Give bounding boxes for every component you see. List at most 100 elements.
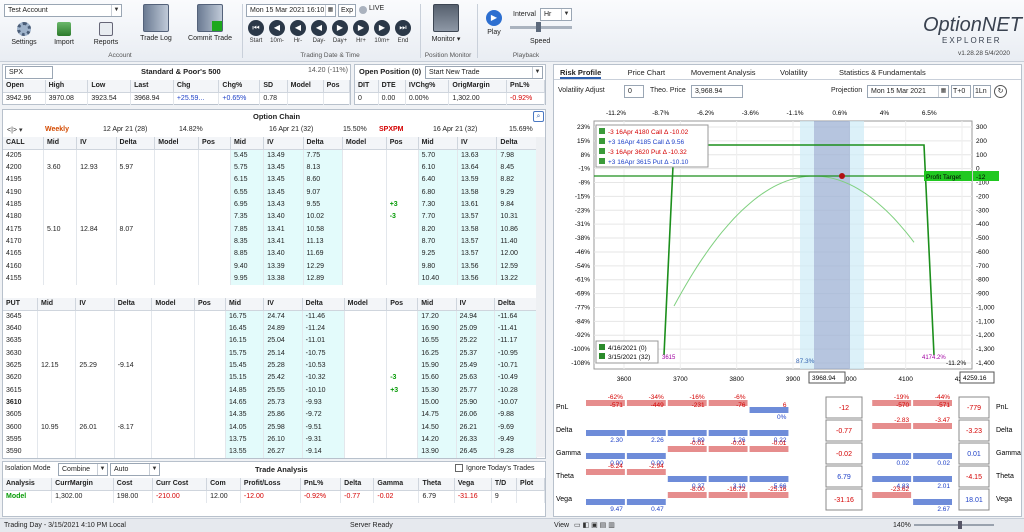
search-icon[interactable]: ⌕ bbox=[533, 111, 544, 122]
nav-day-button[interactable]: ◀ bbox=[311, 20, 327, 36]
ignore-today-checkbox[interactable] bbox=[455, 464, 463, 472]
commit-trade-button[interactable]: Commit Trade bbox=[184, 4, 236, 42]
table-cell[interactable]: 17.20 bbox=[417, 310, 457, 323]
table-cell[interactable] bbox=[43, 272, 78, 285]
table-row[interactable]: 4160 9.40 13.39 12.29 9.80 13.56 12.59 bbox=[3, 260, 537, 273]
table-cell[interactable] bbox=[37, 445, 77, 459]
table-cell[interactable] bbox=[154, 149, 200, 162]
table-cell[interactable]: 9.29 bbox=[496, 186, 537, 199]
table-cell[interactable]: 10.02 bbox=[303, 211, 343, 224]
table-cell[interactable] bbox=[116, 198, 156, 212]
table-cell[interactable] bbox=[344, 372, 388, 385]
table-cell[interactable] bbox=[386, 445, 419, 459]
table-row[interactable]: 3625 12.15 25.29 -9.14 15.45 25.28 -10.53 15.90… bbox=[3, 359, 538, 373]
table-cell[interactable]: 25.14 bbox=[263, 347, 303, 360]
table-cell[interactable]: 9.07 bbox=[303, 186, 343, 199]
table-cell[interactable] bbox=[43, 248, 78, 261]
table-cell[interactable]: 11.13 bbox=[303, 235, 343, 249]
table-cell[interactable]: 13.56 bbox=[457, 272, 498, 285]
table-cell[interactable]: 10.31 bbox=[496, 211, 537, 224]
table-cell[interactable]: 10.95 bbox=[37, 421, 77, 434]
table-cell[interactable]: 26.01 bbox=[75, 421, 115, 434]
table-cell[interactable] bbox=[154, 223, 200, 236]
table-cell[interactable] bbox=[151, 421, 195, 434]
table-cell[interactable] bbox=[114, 323, 153, 336]
table-cell[interactable]: 15.00 bbox=[417, 396, 457, 410]
table-cell[interactable]: 26.45 bbox=[456, 445, 495, 459]
table-cell[interactable] bbox=[75, 433, 115, 446]
table-cell[interactable]: 10.40 bbox=[418, 272, 459, 285]
table-cell[interactable] bbox=[76, 186, 117, 199]
table-cell[interactable] bbox=[75, 347, 115, 360]
interval-select[interactable]: Hr ▼ bbox=[540, 8, 572, 21]
table-cell[interactable] bbox=[198, 211, 231, 224]
table-cell[interactable]: 14.50 bbox=[417, 421, 457, 434]
table-cell[interactable]: 26.33 bbox=[456, 433, 495, 446]
table-cell[interactable] bbox=[342, 223, 387, 236]
refresh-icon[interactable]: ↻ bbox=[994, 85, 1007, 98]
table-cell[interactable] bbox=[194, 421, 226, 434]
table-cell[interactable] bbox=[344, 384, 388, 397]
table-row[interactable]: 3640 16.45 24.89 -11.24 16.90 25.09 -11.41 bbox=[3, 323, 538, 336]
nav-day-button[interactable]: ▶ bbox=[332, 20, 348, 36]
table-cell[interactable] bbox=[386, 310, 419, 323]
projection-date[interactable]: Mon 15 Mar 2021 ▦ bbox=[867, 85, 949, 98]
table-cell[interactable] bbox=[344, 310, 388, 323]
play-button[interactable]: ▶ Play bbox=[481, 10, 507, 36]
ln-button[interactable]: 1Ln bbox=[973, 85, 991, 98]
table-cell[interactable]: 13.56 bbox=[457, 260, 498, 273]
table-cell[interactable]: 15.75 bbox=[225, 347, 265, 360]
table-row[interactable]: 3645 16.75 24.74 -11.46 17.20 24.94 -11.64 bbox=[3, 310, 538, 323]
table-row[interactable]: 4155 9.95 13.38 12.89 10.40 13.56 13.22 bbox=[3, 272, 537, 285]
table-cell[interactable]: 13.61 bbox=[457, 198, 498, 212]
nav-10m-button[interactable]: ◀ bbox=[269, 20, 285, 36]
table-cell[interactable] bbox=[76, 248, 117, 261]
table-row[interactable]: 4175 5.10 12.84 8.07 7.85 13.41 10.58 8.20 13.58… bbox=[3, 223, 537, 236]
table-cell[interactable]: 16.15 bbox=[225, 335, 265, 348]
table-cell[interactable] bbox=[386, 347, 419, 360]
table-cell[interactable] bbox=[386, 421, 419, 434]
table-cell[interactable] bbox=[37, 310, 77, 323]
table-cell[interactable]: -10.49 bbox=[494, 372, 538, 385]
table-cell[interactable]: 26.10 bbox=[263, 433, 303, 446]
table-cell[interactable]: 8.07 bbox=[116, 223, 156, 236]
table-cell[interactable] bbox=[37, 409, 77, 422]
table-cell[interactable] bbox=[344, 445, 388, 459]
table-cell[interactable]: 16.25 bbox=[417, 347, 457, 360]
table-row[interactable]: 4180 7.35 13.40 10.02 -3 7.70 13.57 10.31 bbox=[3, 211, 537, 224]
table-cell[interactable] bbox=[386, 359, 419, 373]
table-cell[interactable] bbox=[342, 272, 387, 285]
table-cell[interactable] bbox=[151, 384, 195, 397]
table-cell[interactable] bbox=[198, 149, 231, 162]
table-cell[interactable] bbox=[43, 198, 78, 212]
table-cell[interactable]: 25.22 bbox=[456, 335, 495, 348]
table-cell[interactable]: 8.20 bbox=[418, 223, 459, 236]
table-cell[interactable]: 13.75 bbox=[225, 433, 265, 446]
auto-select[interactable]: Auto ▼ bbox=[110, 463, 160, 476]
nav-10m-button[interactable]: ▶ bbox=[374, 20, 390, 36]
table-cell[interactable]: 16.45 bbox=[225, 323, 265, 336]
table-row[interactable]: 3615 14.85 25.55 -10.10 +3 15.30 25.77 -10.28 bbox=[3, 384, 538, 397]
nav-start-button[interactable]: ⏮ bbox=[248, 20, 264, 36]
table-cell[interactable] bbox=[344, 433, 388, 446]
table-cell[interactable] bbox=[386, 223, 419, 236]
table-cell[interactable] bbox=[151, 445, 195, 459]
table-cell[interactable] bbox=[116, 235, 156, 249]
table-cell[interactable] bbox=[75, 310, 115, 323]
table-cell[interactable]: 24.94 bbox=[456, 310, 495, 323]
table-cell[interactable]: 7.35 bbox=[230, 211, 265, 224]
table-cell[interactable]: 14.05 bbox=[225, 421, 265, 434]
table-cell[interactable] bbox=[194, 384, 226, 397]
table-cell[interactable] bbox=[386, 323, 419, 336]
table-cell[interactable] bbox=[344, 347, 388, 360]
table-cell[interactable] bbox=[386, 260, 419, 273]
table-cell[interactable]: 13.90 bbox=[417, 445, 457, 459]
table-row[interactable]: 4190 6.55 13.45 9.07 6.80 13.58 9.29 bbox=[3, 186, 537, 199]
table-cell[interactable]: 15.60 bbox=[417, 372, 457, 385]
table-cell[interactable]: 9.40 bbox=[230, 260, 265, 273]
table-cell[interactable]: 16.55 bbox=[417, 335, 457, 348]
table-cell[interactable]: -11.46 bbox=[302, 310, 345, 323]
table-cell[interactable]: -10.71 bbox=[494, 359, 538, 373]
table-cell[interactable]: 25.09 bbox=[456, 323, 495, 336]
table-cell[interactable]: 6.95 bbox=[230, 198, 265, 212]
